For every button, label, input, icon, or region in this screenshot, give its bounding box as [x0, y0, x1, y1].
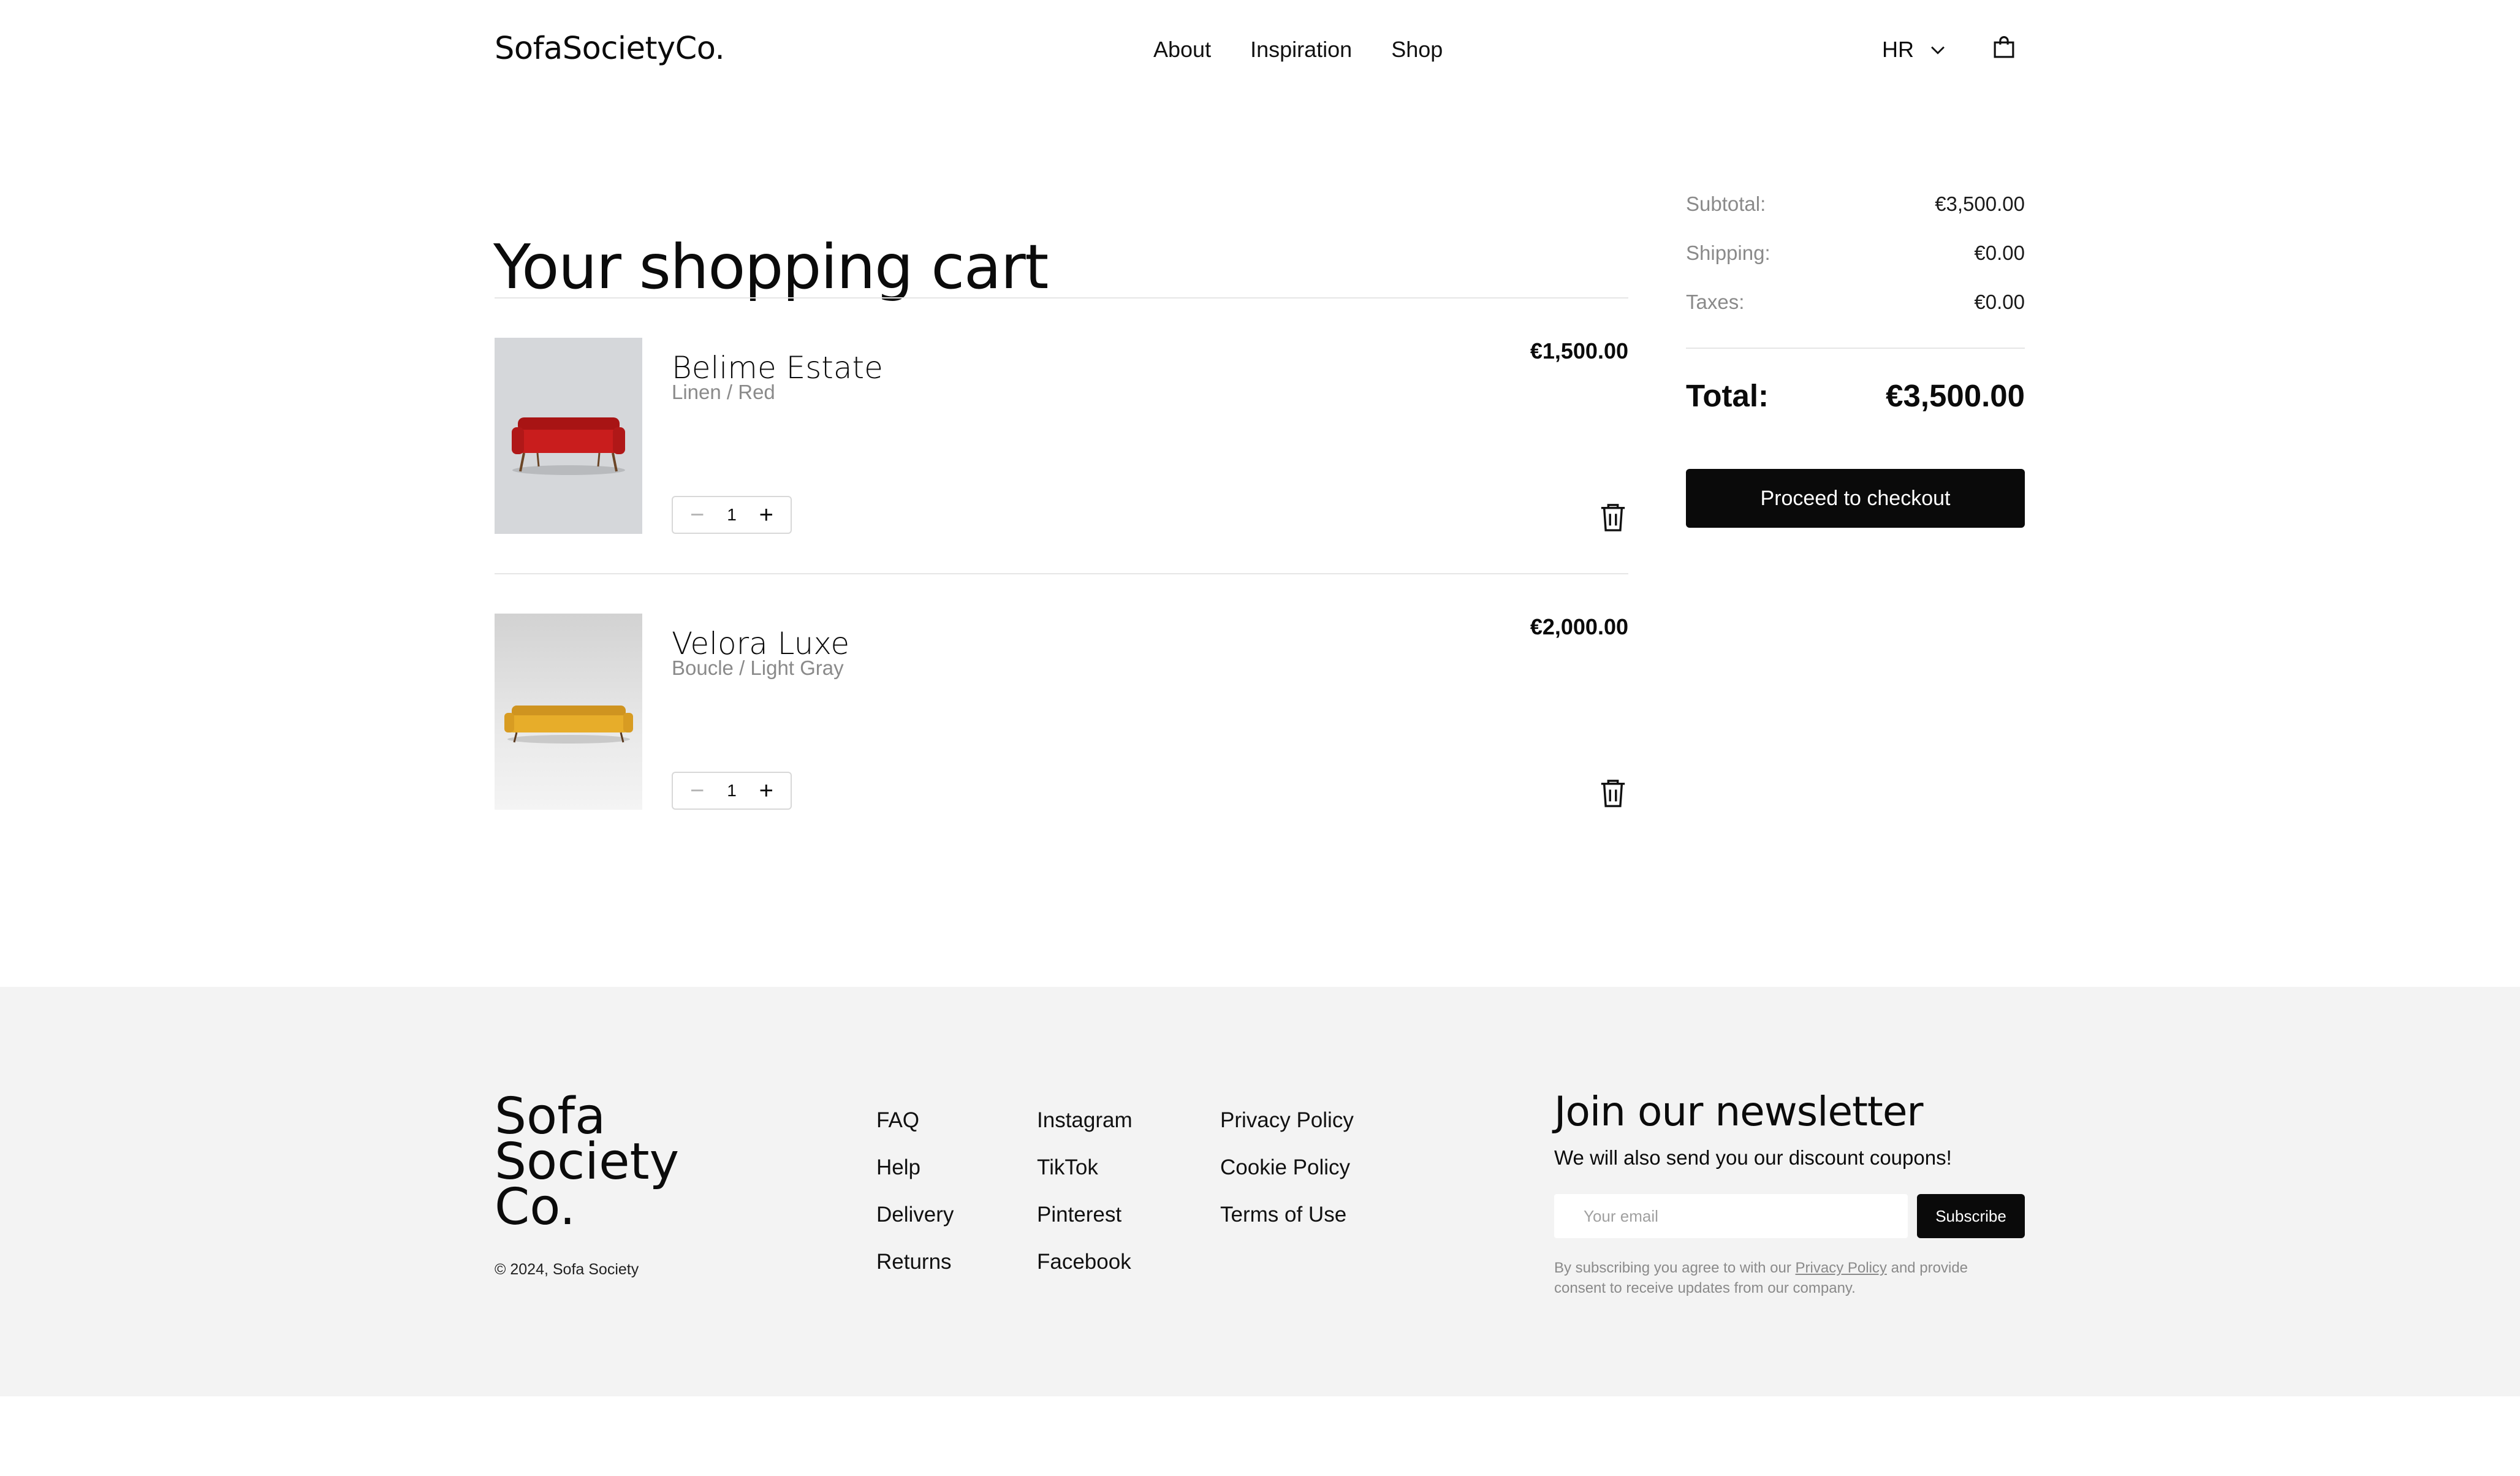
decrease-quantity-button[interactable]: − [690, 503, 704, 527]
subtotal-row: Subtotal: €3,500.00 [1686, 192, 2025, 216]
decrease-quantity-button[interactable]: − [690, 778, 704, 803]
footer-social-links: Instagram TikTok Pinterest Facebook [1037, 1108, 1133, 1274]
footer-logo[interactable]: Sofa Society Co. [495, 1092, 679, 1236]
main-nav: About Inspiration Shop [1153, 37, 1443, 63]
product-image[interactable] [495, 338, 642, 534]
cart-item: Belime Estate Linen / Red €1,500.00 − 1 … [495, 338, 1628, 534]
newsletter-title: Join our newsletter [1554, 1088, 1924, 1135]
footer-link-help[interactable]: Help [876, 1155, 954, 1180]
product-price: €2,000.00 [1530, 614, 1628, 639]
site-footer: Sofa Society Co. © 2024, Sofa Society FA… [0, 987, 2520, 1396]
quantity-value: 1 [727, 781, 737, 800]
email-field[interactable] [1554, 1194, 1908, 1238]
trash-icon[interactable] [1599, 502, 1627, 533]
increase-quantity-button[interactable]: + [759, 778, 773, 803]
total-label: Total: [1686, 378, 1769, 413]
copyright: © 2024, Sofa Society [495, 1261, 639, 1278]
nav-about[interactable]: About [1153, 37, 1211, 63]
site-header: SofaSocietyCo. About Inspiration Shop HR [0, 0, 2520, 102]
nav-shop[interactable]: Shop [1391, 37, 1443, 63]
checkout-button[interactable]: Proceed to checkout [1686, 469, 2025, 528]
cart-item: Velora Luxe Boucle / Light Gray €2,000.0… [495, 614, 1628, 810]
total-row: Total: €3,500.00 [1686, 378, 2025, 414]
product-image[interactable] [495, 614, 642, 810]
region-selector[interactable]: HR [1882, 37, 1948, 63]
shipping-label: Shipping: [1686, 242, 1770, 264]
quantity-stepper: − 1 + [672, 496, 792, 534]
product-variant: Boucle / Light Gray [672, 656, 844, 679]
privacy-policy-link[interactable]: Privacy Policy [1796, 1260, 1887, 1276]
shipping-row: Shipping: €0.00 [1686, 242, 2025, 265]
chevron-down-icon [1931, 46, 1945, 55]
subtotal-value: €3,500.00 [1935, 192, 2025, 215]
divider [495, 573, 1628, 574]
shipping-value: €0.00 [1974, 242, 2025, 264]
quantity-stepper: − 1 + [672, 772, 792, 810]
page-title: Your shopping cart [493, 231, 1049, 303]
total-value: €3,500.00 [1886, 378, 2025, 413]
newsletter-subtitle: We will also send you our discount coupo… [1554, 1146, 1952, 1169]
footer-link-delivery[interactable]: Delivery [876, 1203, 954, 1227]
footer-link-returns[interactable]: Returns [876, 1250, 954, 1274]
footer-link-instagram[interactable]: Instagram [1037, 1108, 1133, 1133]
nav-inspiration[interactable]: Inspiration [1250, 37, 1352, 63]
footer-link-pinterest[interactable]: Pinterest [1037, 1203, 1133, 1227]
footer-link-terms[interactable]: Terms of Use [1220, 1203, 1354, 1227]
shopping-bag-icon[interactable] [1991, 35, 2017, 61]
increase-quantity-button[interactable]: + [759, 503, 773, 527]
trash-icon[interactable] [1599, 778, 1627, 808]
footer-logo-line: Co. [495, 1178, 576, 1236]
taxes-label: Taxes: [1686, 291, 1745, 313]
product-variant: Linen / Red [672, 381, 775, 403]
region-label: HR [1882, 37, 1914, 62]
taxes-value: €0.00 [1974, 291, 2025, 313]
quantity-value: 1 [727, 505, 737, 524]
footer-link-tiktok[interactable]: TikTok [1037, 1155, 1133, 1180]
divider [1686, 348, 2025, 349]
site-logo[interactable]: SofaSocietyCo. [495, 31, 725, 67]
subtotal-label: Subtotal: [1686, 192, 1766, 215]
footer-legal-links: Privacy Policy Cookie Policy Terms of Us… [1220, 1108, 1354, 1227]
footer-link-faq[interactable]: FAQ [876, 1108, 954, 1133]
divider [495, 297, 1628, 299]
footer-link-cookie[interactable]: Cookie Policy [1220, 1155, 1354, 1180]
taxes-row: Taxes: €0.00 [1686, 291, 2025, 314]
footer-link-privacy[interactable]: Privacy Policy [1220, 1108, 1354, 1133]
footer-link-facebook[interactable]: Facebook [1037, 1250, 1133, 1274]
footer-help-links: FAQ Help Delivery Returns [876, 1108, 954, 1274]
product-price: €1,500.00 [1530, 338, 1628, 363]
newsletter-disclaimer: By subscribing you agree to with our Pri… [1554, 1258, 2020, 1298]
subscribe-button[interactable]: Subscribe [1917, 1194, 2025, 1238]
disclaimer-text: By subscribing you agree to with our [1554, 1260, 1796, 1276]
